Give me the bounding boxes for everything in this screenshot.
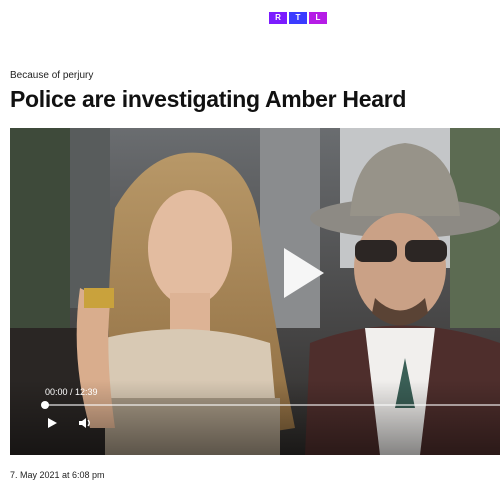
progress-knob[interactable] <box>41 401 49 409</box>
big-play-icon[interactable] <box>282 246 326 300</box>
video-player[interactable]: 00:00 / 12:39 <box>10 128 500 455</box>
rtl-logo[interactable]: R T L <box>269 12 327 24</box>
article-headline: Police are investigating Amber Heard <box>10 86 407 112</box>
article-kicker: Because of perjury <box>10 70 94 81</box>
progress-bar[interactable] <box>41 401 500 409</box>
logo-letter-l: L <box>309 12 327 24</box>
play-icon[interactable] <box>45 416 59 430</box>
volume-icon[interactable] <box>78 416 92 430</box>
logo-letter-t: T <box>289 12 307 24</box>
article-date: 7. May 2021 at 6:08 pm <box>10 470 105 480</box>
video-time: 00:00 / 12:39 <box>45 387 98 397</box>
logo-letter-r: R <box>269 12 287 24</box>
